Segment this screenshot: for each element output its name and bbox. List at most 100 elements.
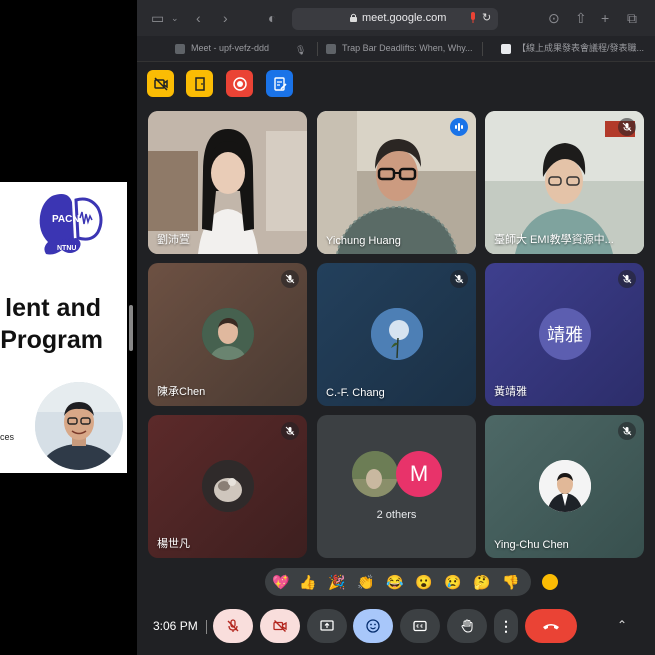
slide-title-line2: Program	[0, 326, 103, 354]
participant-name: 劉沛萱	[157, 234, 190, 246]
reactions-bar: 💖 👍 🎉 👏 😂 😮 😢 🤔 👎	[265, 568, 531, 596]
svg-text:NTNU: NTNU	[57, 245, 76, 252]
slide-title-line1: lent and	[5, 294, 101, 322]
reaction-clap[interactable]: 👏	[357, 573, 374, 591]
slide-caption: ces	[0, 432, 15, 442]
letter-avatar: M	[396, 451, 442, 497]
participant-name: C.-F. Chang	[326, 387, 385, 399]
muted-indicator	[618, 422, 636, 440]
raise-hand-button[interactable]	[447, 609, 487, 643]
presenter-photo	[35, 382, 123, 470]
lock-icon	[350, 13, 357, 22]
end-call-button[interactable]	[525, 609, 577, 643]
participant-tile[interactable]: 臺師大 EMI教學資源中...	[485, 111, 644, 254]
participant-avatar	[539, 460, 591, 512]
tab-schedule[interactable]: 【線上成果發表會議程/發表職...	[501, 36, 651, 61]
participant-tile[interactable]: 靖雅 黃靖雅	[485, 263, 644, 406]
emoji-reaction-button[interactable]	[353, 609, 393, 643]
more-options-button[interactable]: ⋮	[494, 609, 518, 643]
tab-overview-icon[interactable]: ⧉	[627, 10, 637, 26]
pacn-logo: PACN NTNU	[39, 194, 103, 255]
participant-avatar	[202, 308, 254, 360]
reaction-thinking[interactable]: 🤔	[473, 573, 490, 591]
back-icon[interactable]: ‹	[196, 10, 201, 26]
mic-off-icon	[285, 274, 295, 284]
reaction-thumbs-up[interactable]: 👍	[299, 573, 316, 591]
participant-tile[interactable]: Ying-Chu Chen	[485, 415, 644, 558]
browser-toolbar: ▭ ⌄ ‹ › ◐ meet.google.com ↻ ⊙ ⇧ + ⧉	[137, 0, 655, 36]
present-screen-icon	[320, 620, 334, 631]
participant-initials-avatar: 靖雅	[539, 308, 591, 360]
participant-avatar	[352, 451, 398, 497]
tab-meet[interactable]: Meet - upf-vefz-ddd	[175, 36, 305, 61]
door-action-button[interactable]	[186, 70, 213, 97]
participant-tile-speaking[interactable]: Yichung Huang	[317, 111, 476, 254]
participant-name: 臺師大 EMI教學資源中...	[494, 234, 614, 246]
record-icon	[232, 76, 247, 91]
mic-toggle-button[interactable]	[213, 609, 253, 643]
chevron-down-icon[interactable]: ⌄	[171, 10, 179, 26]
participant-tile[interactable]: 陳承Chen	[148, 263, 307, 406]
mic-off-icon	[622, 122, 632, 132]
participant-tile[interactable]: 劉沛萱	[148, 111, 307, 254]
reload-icon[interactable]: ↻	[482, 11, 491, 24]
download-icon[interactable]: ⊙	[548, 10, 560, 26]
reaction-sparkling-heart[interactable]: 💖	[272, 573, 289, 591]
skin-tone-selector[interactable]	[542, 574, 558, 590]
chevron-up-icon[interactable]: ⌃	[617, 618, 627, 632]
captions-button[interactable]	[400, 609, 440, 643]
controls-divider	[206, 620, 207, 634]
new-tab-icon[interactable]: +	[601, 10, 609, 26]
gmail-icon	[326, 43, 336, 54]
mic-off-icon	[227, 619, 239, 632]
muted-indicator	[618, 118, 636, 136]
record-action-button[interactable]	[226, 70, 253, 97]
muted-indicator	[450, 270, 468, 288]
others-count: 2 others	[376, 509, 417, 521]
others-tile[interactable]: M 2 others	[317, 415, 476, 558]
participant-avatar	[202, 460, 254, 512]
address-bar[interactable]: meet.google.com ↻	[292, 8, 498, 30]
reaction-party[interactable]: 🎉	[328, 573, 345, 591]
video-icon	[175, 43, 185, 54]
mic-icon: 🎙	[295, 45, 307, 55]
more-vert-icon: ⋮	[499, 617, 513, 634]
participant-name: 陳承Chen	[157, 386, 206, 398]
muted-indicator	[281, 270, 299, 288]
browser-window: ▭ ⌄ ‹ › ◐ meet.google.com ↻ ⊙ ⇧ + ⧉ Meet…	[137, 0, 655, 655]
participant-name: Yichung Huang	[326, 235, 401, 247]
reaction-surprised[interactable]: 😮	[415, 573, 432, 591]
muted-indicator	[618, 270, 636, 288]
panel-resize-handle[interactable]	[129, 305, 133, 351]
participant-tile[interactable]: 楊世凡	[148, 415, 307, 558]
whiteboard-action-button[interactable]	[266, 70, 293, 97]
shield-icon[interactable]: ◐	[268, 10, 276, 26]
sheet-icon	[501, 43, 511, 54]
video-off-icon	[153, 76, 168, 91]
participant-name: Ying-Chu Chen	[494, 539, 569, 551]
meeting-time: 3:06 PM	[153, 619, 198, 633]
reaction-laugh[interactable]: 😂	[386, 573, 403, 591]
camera-toggle-button[interactable]	[260, 609, 300, 643]
no-video-action-button[interactable]	[147, 70, 174, 97]
edit-document-icon	[273, 76, 287, 91]
presentation-slide: PACN NTNU lent and Program ces	[0, 182, 127, 473]
hang-up-icon	[543, 624, 559, 630]
tab-trap-bar[interactable]: Trap Bar Deadlifts: When, Why...	[326, 36, 476, 61]
mic-off-icon	[454, 274, 464, 284]
svg-text:PACN: PACN	[52, 214, 80, 225]
forward-icon[interactable]: ›	[223, 10, 228, 26]
mic-off-icon	[622, 274, 632, 284]
reaction-thumbs-down[interactable]: 👎	[502, 573, 519, 591]
meeting-controls: 3:06 PM ⋮ ⌃	[137, 602, 655, 655]
participant-tile[interactable]: C.-F. Chang	[317, 263, 476, 406]
meet-area: 劉沛萱 Yichung Huang 臺師大 EMI教學資源中... 陳承Chen…	[137, 62, 655, 655]
participant-name: 楊世凡	[157, 538, 190, 550]
share-icon[interactable]: ⇧	[575, 10, 587, 26]
reaction-sad[interactable]: 😢	[444, 573, 461, 591]
audio-wave-icon	[455, 123, 463, 131]
present-button[interactable]	[307, 609, 347, 643]
camera-off-icon	[273, 620, 287, 632]
sidebar-toggle-icon[interactable]: ▭	[151, 10, 164, 26]
mic-off-icon	[622, 426, 632, 436]
